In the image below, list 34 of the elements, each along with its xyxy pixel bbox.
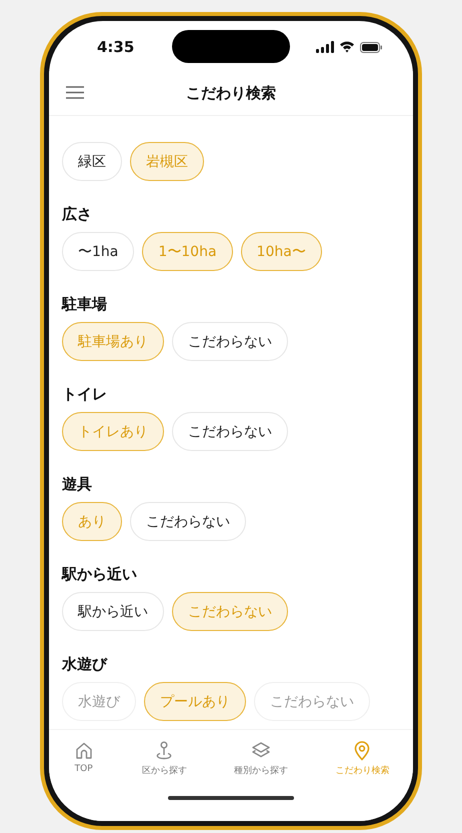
filter-chip[interactable]: こだわらない (172, 322, 288, 361)
filter-chip[interactable]: 〜1ha (62, 232, 134, 271)
page-title: こだわり検索 (186, 84, 276, 102)
filter-chip[interactable]: 1〜10ha (142, 232, 233, 271)
filter-chip[interactable]: こだわらない (130, 502, 246, 541)
filter-chip[interactable]: トイレあり (62, 412, 164, 451)
signal-icon (316, 41, 334, 53)
filter-chip[interactable]: 駅から近い (62, 592, 164, 631)
tab-item[interactable]: 区から探す (142, 740, 187, 777)
filter-chip[interactable]: こだわらない (172, 412, 288, 451)
tab-label: TOP (74, 764, 93, 774)
menu-icon[interactable] (66, 86, 84, 99)
section-title: 水遊び (62, 654, 108, 674)
section-title: 駐車場 (62, 294, 108, 314)
filter-chip[interactable]: こだわらない (172, 592, 288, 631)
tab-item[interactable]: 種別から探す (234, 740, 288, 777)
section-title: 広さ (62, 204, 93, 224)
tab-item[interactable]: TOP (72, 740, 95, 777)
filter-chip[interactable]: 岩槻区 (130, 142, 204, 181)
tab-label: 区から探す (142, 764, 187, 777)
filter-chip[interactable]: あり (62, 502, 122, 541)
filter-chip[interactable]: 駐車場あり (62, 322, 164, 361)
tab-label: 種別から探す (234, 764, 288, 777)
wifi-icon (339, 41, 355, 53)
filter-chip[interactable]: プールあり (144, 682, 246, 721)
status-time: 4:35 (97, 38, 134, 56)
section-title: 遊具 (62, 474, 93, 494)
tab-item[interactable]: こだわり検索 (335, 740, 390, 777)
tab-label: こだわり検索 (335, 764, 390, 777)
section-title: トイレ (62, 384, 108, 404)
battery-icon (360, 42, 383, 52)
filter-chip[interactable]: 緑区 (62, 142, 122, 181)
section-title: 駅から近い (62, 564, 138, 584)
filter-chip[interactable]: 10ha〜 (240, 232, 322, 271)
